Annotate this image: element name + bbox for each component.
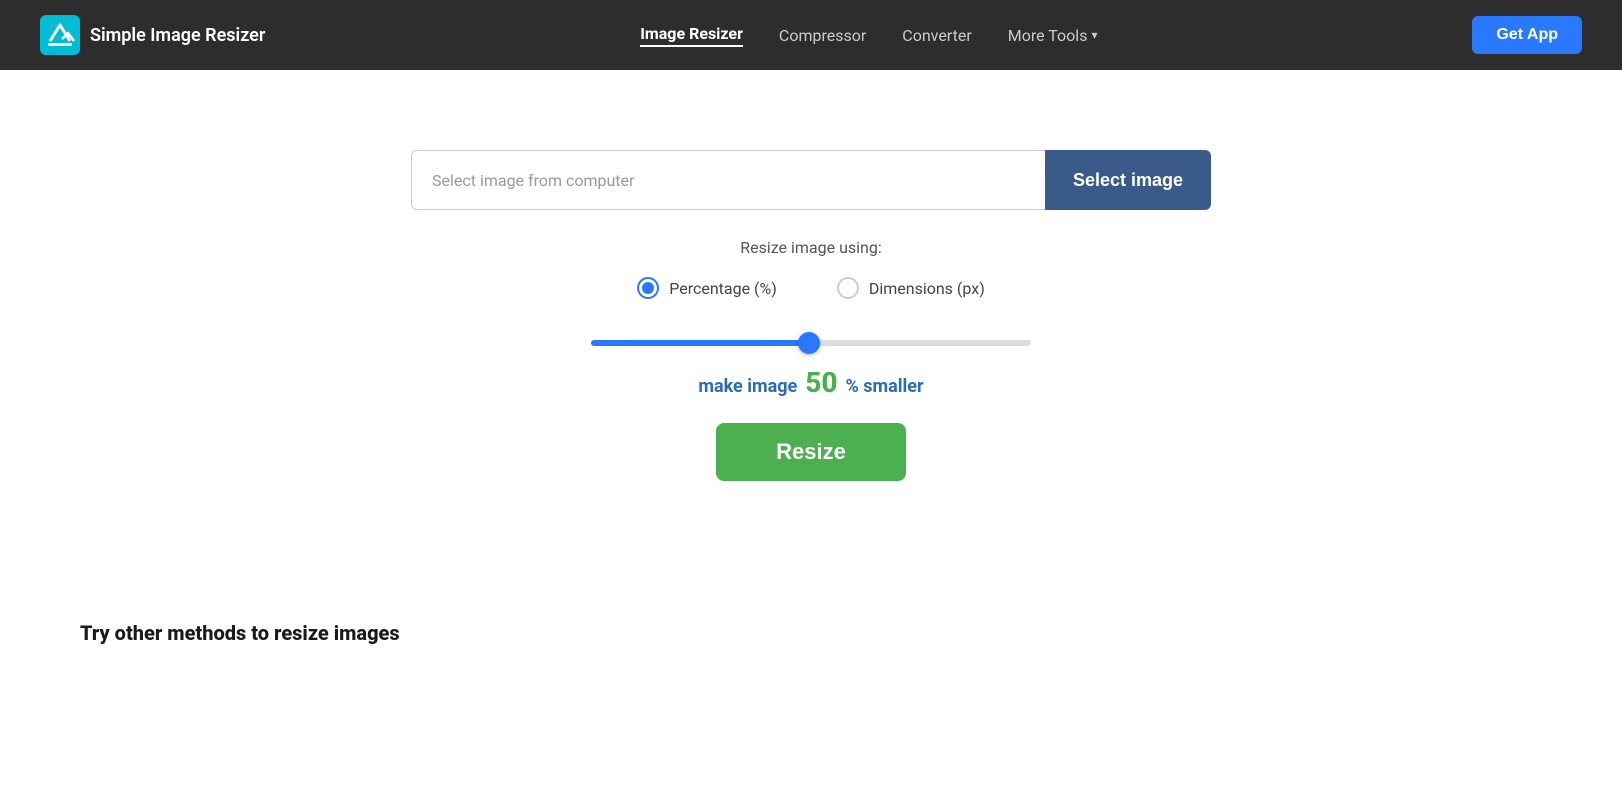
radio-dimensions[interactable]: Dimensions (px) — [837, 277, 985, 299]
radio-percentage-circle — [637, 277, 659, 299]
nav-more-tools[interactable]: More Tools ▾ — [1008, 26, 1098, 45]
make-image-text: make image — [698, 376, 797, 397]
logo-text: Simple Image Resizer — [90, 25, 265, 46]
select-image-button[interactable]: Select image — [1045, 150, 1211, 210]
smaller-text: % smaller — [846, 376, 924, 397]
get-app-button[interactable]: Get App — [1472, 16, 1582, 54]
nav-image-resizer[interactable]: Image Resizer — [640, 24, 743, 47]
file-select-row: Select image from computer Select image — [411, 150, 1211, 210]
slider-container — [591, 331, 1031, 350]
radio-percentage[interactable]: Percentage (%) — [637, 277, 777, 299]
logo-area[interactable]: Simple Image Resizer — [40, 15, 265, 55]
file-input-box[interactable]: Select image from computer — [411, 150, 1045, 210]
more-tools-label: More Tools — [1008, 26, 1088, 45]
logo-icon — [40, 15, 80, 55]
nav-converter[interactable]: Converter — [902, 26, 971, 45]
chevron-down-icon: ▾ — [1091, 28, 1097, 42]
resize-button[interactable]: Resize — [716, 423, 906, 481]
file-input-placeholder: Select image from computer — [432, 171, 634, 190]
radio-row: Percentage (%) Dimensions (px) — [637, 277, 985, 299]
radio-dimensions-circle — [837, 277, 859, 299]
bottom-section: Try other methods to resize images — [0, 621, 1622, 645]
try-other-title: Try other methods to resize images — [80, 621, 1542, 645]
resize-slider[interactable] — [591, 340, 1031, 346]
nav-compressor[interactable]: Compressor — [779, 26, 866, 45]
radio-percentage-label: Percentage (%) — [669, 279, 777, 298]
slider-number: 50 — [805, 366, 837, 399]
radio-dimensions-label: Dimensions (px) — [869, 279, 985, 298]
percentage-display: make image 50 % smaller — [698, 366, 923, 399]
resize-label: Resize image using: — [740, 238, 881, 257]
main-nav: Image Resizer Compressor Converter More … — [640, 24, 1097, 47]
